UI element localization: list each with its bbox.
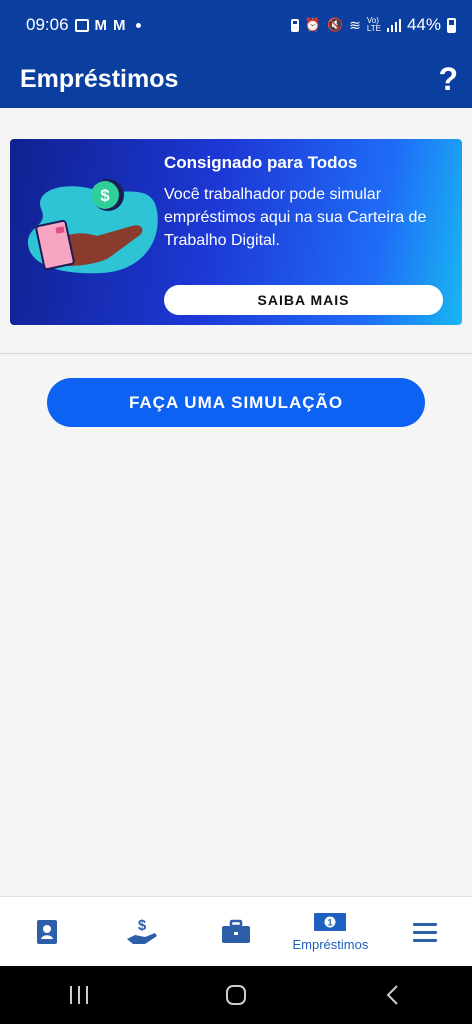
hand-money-icon: $ <box>126 917 157 944</box>
nav-label-emprestimos: Empréstimos <box>292 937 369 952</box>
svg-text:1: 1 <box>328 918 333 928</box>
nav-item-briefcase[interactable] <box>189 897 283 966</box>
nav-item-profile[interactable] <box>0 897 94 966</box>
banner-title: Consignado para Todos <box>164 153 358 172</box>
recent-apps-icon <box>69 986 88 1004</box>
signal-icon <box>386 18 401 32</box>
svg-text:$: $ <box>137 917 146 934</box>
divider <box>0 353 472 354</box>
app-bar: Empréstimos ? <box>0 50 472 108</box>
status-left: 09:06 M M <box>26 15 141 35</box>
menu-icon <box>412 922 437 942</box>
back-button[interactable] <box>363 975 423 1015</box>
status-bar: 09:06 M M ⏰ 🔇 ≋ Vo) LTE 44% <box>0 0 472 50</box>
system-nav-bar <box>0 966 472 1024</box>
home-icon <box>225 985 246 1005</box>
mute-icon: 🔇 <box>326 17 344 32</box>
banner-text: Você trabalhador pode simular empréstimo… <box>164 186 427 249</box>
wifi-icon: ≋ <box>349 16 361 33</box>
alarm-icon: ⏰ <box>304 17 321 32</box>
help-button[interactable]: ? <box>438 61 458 98</box>
status-right: ⏰ 🔇 ≋ Vo) LTE 44% <box>290 15 456 35</box>
promo-banner: $ Consignado para Todos Você trabalhador… <box>10 139 462 325</box>
gmail-icon: M <box>94 16 108 34</box>
home-button[interactable] <box>206 975 266 1015</box>
page-title: Empréstimos <box>20 64 179 93</box>
back-icon <box>386 985 399 1005</box>
briefcase-icon <box>222 919 251 943</box>
battery-icon <box>447 17 456 33</box>
simulate-button[interactable]: FAÇA UMA SIMULAÇÃO <box>47 378 425 427</box>
battery-saver-icon <box>290 18 299 32</box>
hand-coin-illustration-icon: $ <box>27 179 158 274</box>
svg-text:$: $ <box>100 186 110 205</box>
recent-apps-button[interactable] <box>49 975 109 1015</box>
nav-item-menu[interactable] <box>378 897 472 966</box>
gallery-icon <box>74 18 89 32</box>
banknote-icon: 1 <box>314 913 347 931</box>
notification-dot-icon <box>135 22 141 28</box>
saiba-mais-button[interactable]: SAIBA MAIS <box>164 285 443 315</box>
volte-icon: Vo) LTE <box>366 16 381 33</box>
nav-item-emprestimos[interactable]: 1 Empréstimos <box>283 897 377 966</box>
battery-percent: 44% <box>406 15 441 34</box>
status-time: 09:06 <box>26 15 69 34</box>
gmail-icon-2: M <box>113 16 126 34</box>
bottom-nav: $ 1 Empréstimos <box>0 896 472 966</box>
profile-card-icon <box>37 919 58 944</box>
nav-item-hand-money[interactable]: $ <box>94 897 188 966</box>
